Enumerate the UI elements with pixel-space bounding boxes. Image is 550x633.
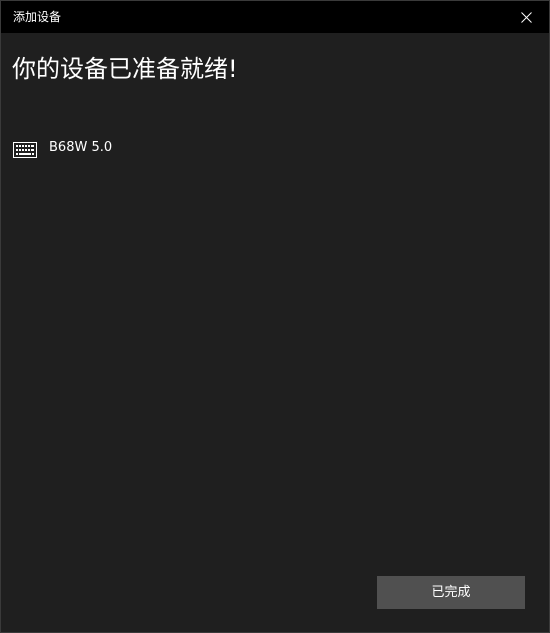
add-device-window: 添加设备 你的设备已准备就绪! B68W 5.0 已完成: [0, 0, 550, 633]
title-bar: 添加设备: [1, 1, 549, 33]
page-heading: 你的设备已准备就绪!: [12, 55, 238, 83]
device-name: B68W 5.0: [49, 140, 113, 155]
close-icon: [520, 11, 532, 23]
keyboard-icon: [13, 142, 37, 160]
window-title: 添加设备: [13, 10, 62, 24]
close-button[interactable]: [503, 1, 549, 33]
done-button[interactable]: 已完成: [377, 576, 525, 609]
device-list-item: B68W 5.0: [12, 137, 212, 165]
